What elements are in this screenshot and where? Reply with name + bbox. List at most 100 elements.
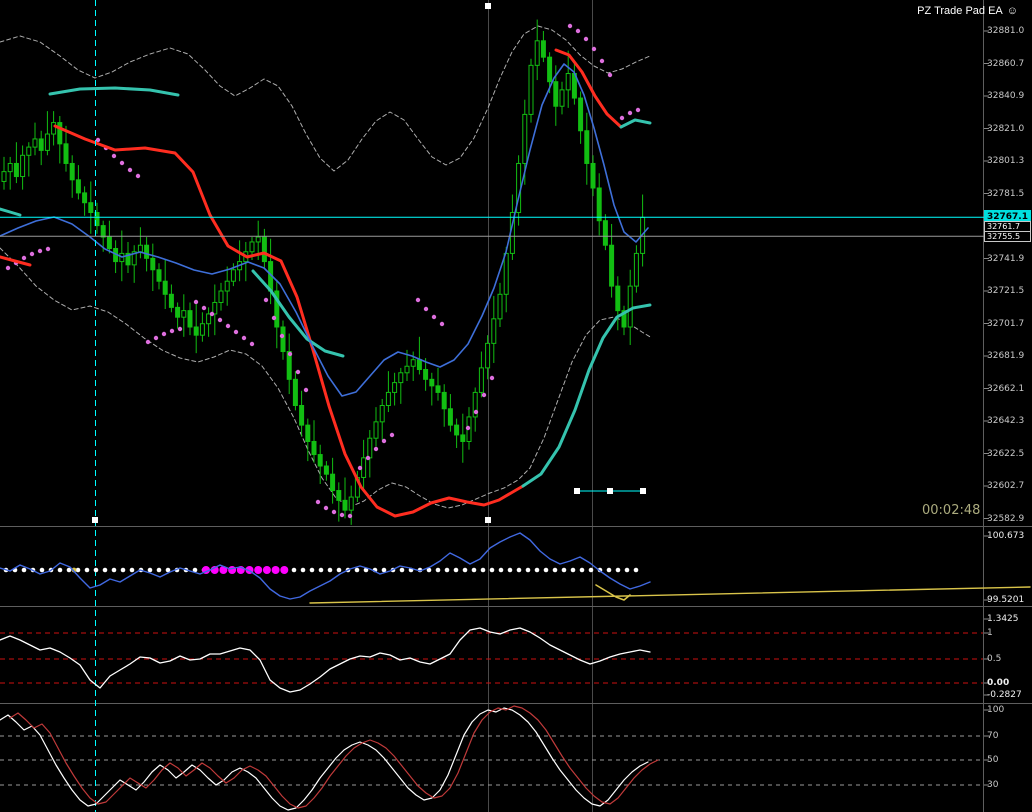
chart-canvas[interactable] <box>0 0 1032 812</box>
candle-body <box>460 434 466 442</box>
sar-dot <box>45 246 51 252</box>
price-axis-label: 32701.7 <box>987 318 1025 329</box>
signal-dot <box>21 567 27 573</box>
sar-dot <box>233 329 239 335</box>
candle-body <box>32 138 38 148</box>
candle-body <box>559 89 565 107</box>
sar-dot <box>599 58 605 64</box>
signal-dot <box>93 567 99 573</box>
candle-body <box>175 306 181 318</box>
sar-dot <box>241 335 247 341</box>
candle-body <box>317 454 323 467</box>
sar-dot <box>287 351 293 357</box>
candle-body <box>385 391 391 406</box>
candle-body <box>435 385 441 393</box>
selection-handle[interactable] <box>574 488 580 494</box>
magenta-signal-dot <box>262 566 271 574</box>
selection-handle[interactable] <box>92 517 98 523</box>
signal-dot <box>615 567 621 573</box>
signal-dot <box>453 567 459 573</box>
signal-dot <box>327 567 333 573</box>
smiley-icon[interactable]: ☺ <box>1007 5 1018 17</box>
price-axis-label: 32602.7 <box>987 481 1025 491</box>
signal-dot <box>579 567 585 573</box>
sar-dot <box>583 36 589 42</box>
signal-dot <box>444 567 450 573</box>
signal-dot <box>111 567 117 573</box>
selection-handle[interactable] <box>640 488 646 494</box>
trend-ma-teal <box>251 269 345 358</box>
candle-body <box>454 424 460 436</box>
candle-body <box>224 280 230 292</box>
magenta-signal-dot <box>228 566 237 574</box>
selection-handle[interactable] <box>485 517 491 523</box>
price-axis-label: 32721.5 <box>987 286 1025 296</box>
sar-dot <box>389 432 395 438</box>
selection-handle[interactable] <box>485 3 491 9</box>
sar-dot <box>153 335 159 341</box>
sar-dot <box>295 369 301 375</box>
candle-body <box>367 437 373 459</box>
selection-handle[interactable] <box>607 488 613 494</box>
candle-body <box>187 310 193 328</box>
candle-body <box>348 496 354 511</box>
sar-dot <box>249 341 255 347</box>
candle-body <box>373 421 379 439</box>
sar-dot <box>481 392 487 398</box>
ea-caption[interactable]: PZ Trade Pad EA ☺ <box>917 5 1018 17</box>
magenta-signal-dot <box>271 566 280 574</box>
candle-body <box>584 130 590 164</box>
indicator2-max-label: 1.3425 <box>987 614 1019 624</box>
price-axis-label: 32642.3 <box>987 416 1025 426</box>
price-axis-label: 32741.9 <box>987 253 1025 264</box>
candle-body <box>528 64 534 115</box>
candle-body <box>292 378 298 406</box>
candle-body <box>88 202 94 214</box>
indicator2-level05-label: 0.5 <box>987 654 1002 664</box>
signal-dot <box>552 567 558 573</box>
signal-dot <box>336 567 342 573</box>
signal-dot <box>291 567 297 573</box>
candle-body <box>398 372 404 384</box>
indicator3-50-label: 50 <box>987 755 999 765</box>
price-axis-label: 32821.0 <box>987 123 1025 134</box>
indicator2-line <box>0 627 651 693</box>
price-axis-label: 32881.0 <box>987 26 1025 36</box>
signal-dot <box>489 567 495 573</box>
candle-body <box>168 293 174 308</box>
candle-body <box>44 133 50 151</box>
sar-dot <box>619 115 625 121</box>
sar-dot <box>95 137 101 143</box>
candle-body <box>206 313 212 325</box>
candle-body <box>38 138 44 151</box>
candle-body <box>491 318 497 344</box>
candle-body <box>590 162 596 189</box>
sar-dot <box>217 317 223 323</box>
candle-body <box>429 378 435 387</box>
sar-dot <box>465 425 471 431</box>
candle-body <box>181 310 187 318</box>
sar-dot <box>127 167 133 173</box>
indicator1-max-label: 100.673 <box>987 531 1025 541</box>
price-axis-label: 32681.9 <box>987 351 1025 361</box>
candle-body <box>553 81 559 107</box>
signal-dot <box>57 567 63 573</box>
sar-dot <box>567 23 573 29</box>
signal-dot <box>525 567 531 573</box>
signal-dot <box>570 567 576 573</box>
candle-body <box>230 269 236 282</box>
candle-body <box>137 244 143 253</box>
candle-body <box>478 367 484 393</box>
sar-dot <box>323 505 329 511</box>
sar-dot <box>209 311 215 317</box>
candle-body <box>447 408 453 426</box>
candle-body <box>410 359 416 367</box>
signal-dot <box>102 567 108 573</box>
candle-body <box>69 162 75 181</box>
candle-body <box>540 40 546 58</box>
yellow-trendline[interactable] <box>309 586 1031 604</box>
candle-body <box>392 382 398 393</box>
trend-ma-teal <box>48 86 180 97</box>
candle-body <box>57 122 63 145</box>
signal-dot <box>471 567 477 573</box>
